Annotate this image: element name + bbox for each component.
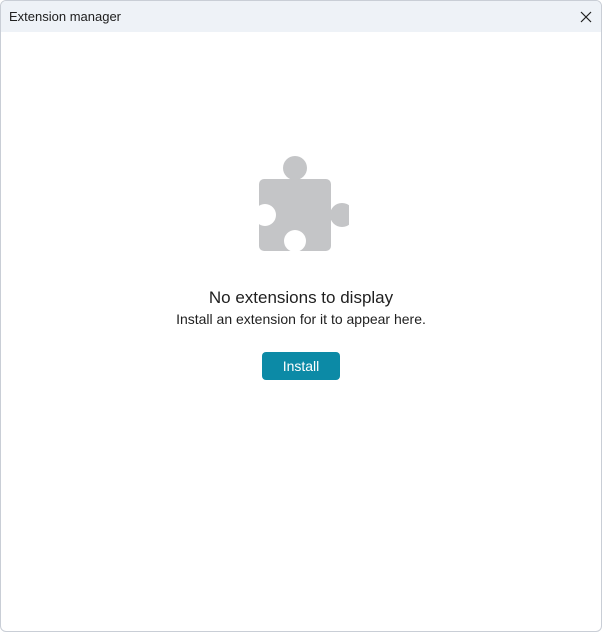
empty-state-subtitle: Install an extension for it to appear he…: [176, 311, 426, 327]
puzzle-piece-icon: [254, 156, 349, 252]
close-icon: [580, 11, 591, 22]
window-title: Extension manager: [9, 9, 122, 24]
install-button[interactable]: Install: [262, 352, 340, 380]
content-area: No extensions to display Install an exte…: [1, 32, 601, 631]
extension-manager-window: Extension manager No extensions to displ…: [0, 0, 602, 632]
empty-state-title: No extensions to display: [208, 288, 394, 307]
title-bar: Extension manager: [1, 1, 601, 32]
close-button[interactable]: [570, 1, 601, 32]
empty-state: No extensions to display Install an exte…: [1, 156, 601, 380]
